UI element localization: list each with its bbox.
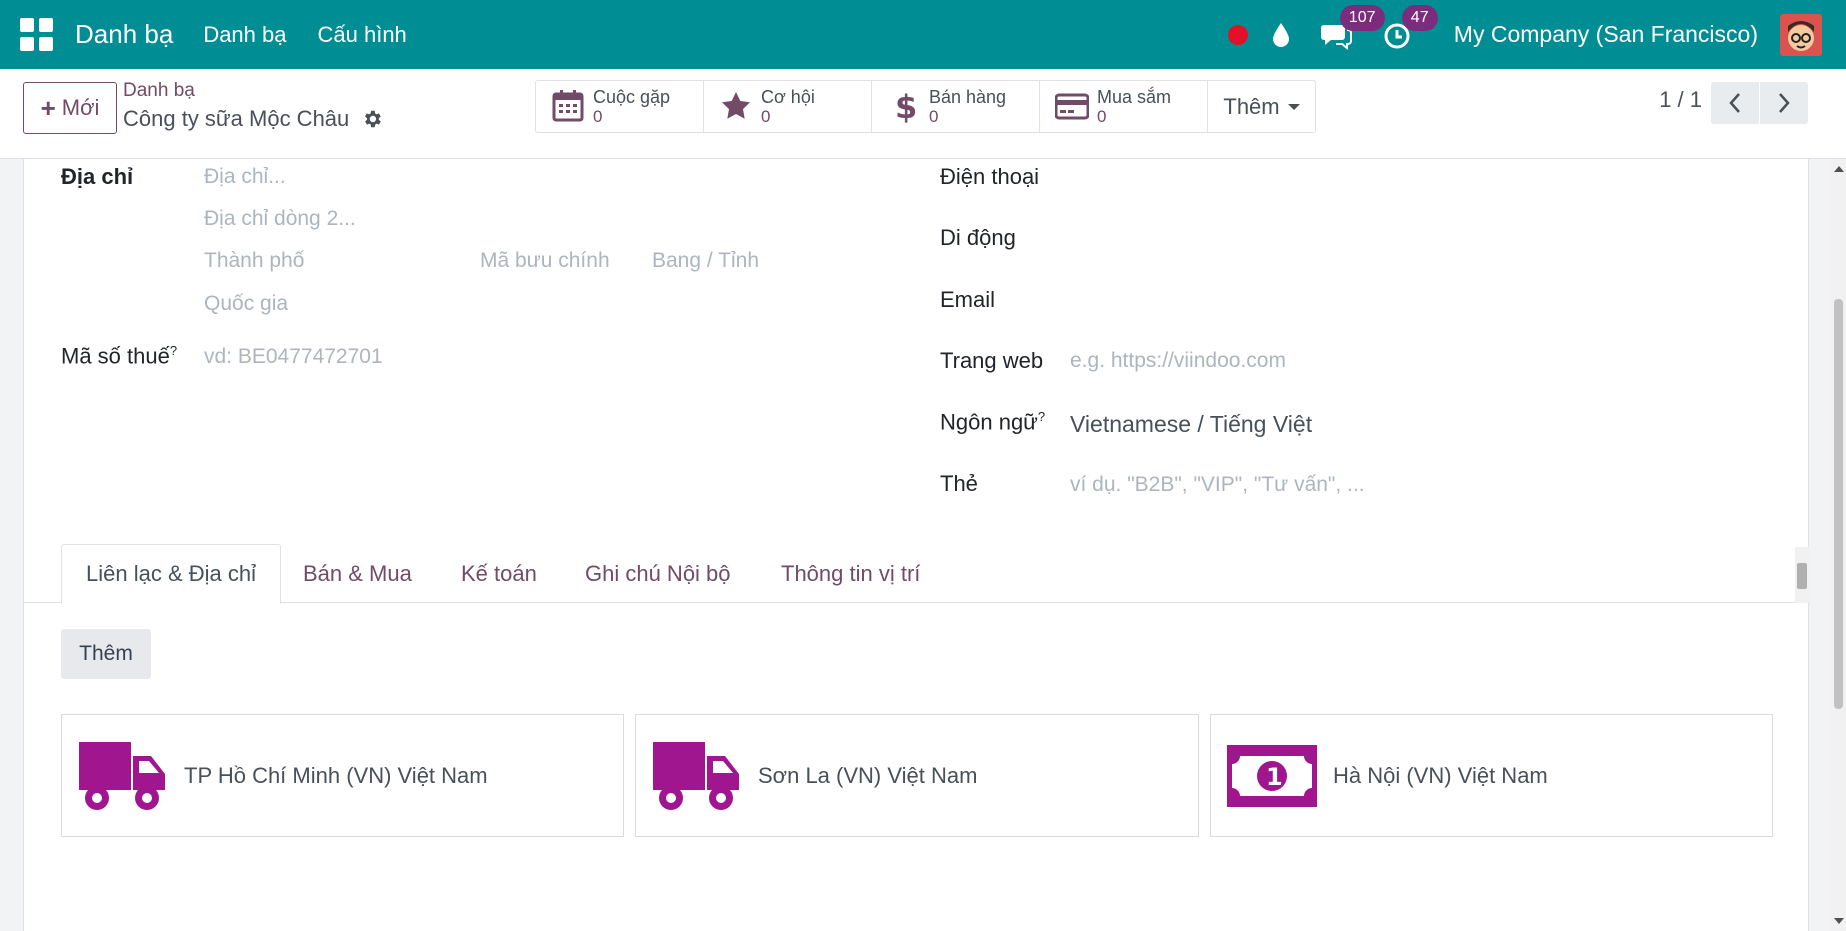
contact-card-text: Hà Nội (VN) Việt Nam	[1333, 762, 1548, 788]
tab-sales-purchase[interactable]: Bán & Mua	[279, 544, 436, 603]
tab-internal-notes[interactable]: Ghi chú Nội bộ	[561, 544, 755, 603]
scroll-down-arrow-icon[interactable]	[1834, 918, 1844, 924]
calendar-icon	[552, 90, 584, 122]
apps-menu-icon[interactable]	[19, 18, 53, 52]
contact-card-text: Sơn La (VN) Việt Nam	[758, 762, 978, 788]
tab-contacts-addresses[interactable]: Liên lạc & Địa chỉ	[61, 544, 281, 604]
opportunities-label: Cơ hội	[761, 87, 815, 107]
new-button[interactable]: + Mới	[23, 82, 117, 134]
help-mark[interactable]: ?	[170, 343, 177, 358]
star-icon	[722, 92, 750, 119]
dollar-icon: $	[895, 89, 917, 123]
pager-previous-button[interactable]	[1711, 82, 1759, 124]
tags-label: Thẻ	[940, 471, 978, 496]
opportunities-count: 0	[761, 107, 771, 126]
more-label: Thêm	[1223, 93, 1280, 119]
email-label: Email	[940, 287, 996, 312]
breadcrumb-current: Công ty sữa Mộc Châu	[123, 106, 383, 132]
messages-button[interactable]: 107	[1320, 4, 1385, 51]
sales-smart-button[interactable]: $ Bán hàng 0	[872, 81, 1040, 132]
activities-button[interactable]: 47	[1382, 4, 1438, 51]
city-input[interactable]: Thành phố	[204, 249, 304, 273]
contact-card[interactable]: Sơn La (VN) Việt Nam	[635, 714, 1199, 837]
svg-text:$: $	[895, 89, 917, 123]
purchases-smart-button[interactable]: Mua sắm 0	[1040, 81, 1208, 132]
help-mark[interactable]: ?	[1038, 409, 1045, 424]
new-button-label: Mới	[61, 95, 100, 120]
pager-value[interactable]: 1 / 1	[1659, 87, 1702, 113]
record-indicator-icon[interactable]	[1227, 24, 1248, 45]
menu-contacts[interactable]: Danh bạ	[203, 22, 286, 48]
state-input[interactable]: Bang / Tỉnh	[652, 249, 759, 273]
purchases-label: Mua sắm	[1097, 87, 1172, 107]
record-title: Công ty sữa Mộc Châu	[123, 106, 350, 131]
street-input[interactable]: Địa chỉ...	[204, 165, 286, 189]
language-label-text: Ngôn ngữ	[940, 409, 1038, 435]
vat-label: Mã số thuế?	[61, 343, 177, 369]
pager-next-button[interactable]	[1760, 82, 1808, 124]
truck-icon	[79, 741, 165, 810]
chevron-left-icon	[1729, 93, 1740, 113]
notebook-tabs: Liên lạc & Địa chỉ Bán & Mua Kế toán Ghi…	[24, 544, 1810, 604]
website-input[interactable]: e.g. https://viindoo.com	[1070, 349, 1286, 373]
control-panel: + Mới Danh bạ Công ty sữa Mộc Châu Cuộc g…	[0, 69, 1846, 159]
scroll-up-arrow-icon[interactable]	[1834, 166, 1844, 172]
vat-label-text: Mã số thuế	[61, 343, 170, 369]
messages-badge: 107	[1339, 4, 1385, 31]
meetings-smart-button[interactable]: Cuộc gặp 0	[536, 81, 704, 132]
caret-down-icon	[1287, 103, 1300, 110]
money-bill-icon: 1	[1227, 744, 1317, 807]
scrollbar-thumb[interactable]	[1834, 299, 1843, 709]
street2-input[interactable]: Địa chỉ dòng 2...	[204, 207, 356, 231]
add-contact-button[interactable]: Thêm	[61, 629, 151, 679]
country-input[interactable]: Quốc gia	[204, 292, 288, 316]
opportunities-smart-button[interactable]: Cơ hội 0	[704, 81, 872, 132]
purchases-count: 0	[1097, 107, 1107, 126]
gear-icon[interactable]	[361, 108, 383, 130]
water-drop-icon[interactable]	[1270, 22, 1292, 48]
breadcrumb-parent[interactable]: Danh bạ	[123, 80, 195, 102]
company-switcher[interactable]: My Company (San Francisco)	[1454, 21, 1758, 48]
language-select[interactable]: Vietnamese / Tiếng Việt	[1070, 411, 1312, 438]
language-label: Ngôn ngữ?	[940, 409, 1045, 435]
contact-card[interactable]: 1 Hà Nội (VN) Việt Nam	[1210, 714, 1773, 837]
meetings-label: Cuộc gặp	[593, 87, 671, 107]
tabs-scrollbar[interactable]	[1795, 547, 1809, 603]
zip-input[interactable]: Mã bưu chính	[480, 249, 610, 273]
plus-icon: +	[40, 92, 56, 123]
top-navbar: Danh bạ Danh bạ Cấu hình 107 47 My Compa…	[0, 0, 1846, 69]
page-scrollbar[interactable]	[1831, 159, 1846, 931]
tab-location-info[interactable]: Thông tin vị trí	[757, 544, 944, 603]
sales-label: Bán hàng	[929, 87, 1007, 107]
chevron-right-icon	[1779, 93, 1790, 113]
mobile-label: Di động	[940, 225, 1016, 250]
user-avatar[interactable]	[1780, 13, 1822, 56]
activities-badge: 47	[1401, 4, 1438, 31]
more-smart-button[interactable]: Thêm	[1208, 81, 1315, 132]
app-brand[interactable]: Danh bạ	[75, 19, 173, 50]
svg-text:1: 1	[1266, 763, 1283, 791]
website-label: Trang web	[940, 348, 1044, 373]
contact-card-text: TP Hồ Chí Minh (VN) Việt Nam	[184, 762, 488, 788]
truck-icon	[653, 741, 739, 810]
smart-buttons: Cuộc gặp 0 Cơ hội 0 $ Bán hàng 0 Mua sắm 0 T…	[535, 80, 1316, 133]
sales-count: 0	[929, 107, 939, 126]
tags-input[interactable]: ví dụ. "B2B", "VIP", "Tư vấn", ...	[1070, 473, 1365, 497]
meetings-count: 0	[593, 107, 603, 126]
phone-label: Điện thoại	[940, 164, 1040, 189]
credit-card-icon	[1055, 93, 1089, 120]
tab-accounting[interactable]: Kế toán	[437, 544, 561, 603]
menu-configuration[interactable]: Cấu hình	[318, 22, 407, 48]
form-sheet: Địa chỉ Địa chỉ... Địa chỉ dòng 2... Thà…	[23, 159, 1810, 931]
vat-input[interactable]: vd: BE0477472701	[204, 345, 383, 369]
address-label: Địa chỉ	[61, 164, 134, 189]
contact-card[interactable]: TP Hồ Chí Minh (VN) Việt Nam	[61, 714, 624, 837]
